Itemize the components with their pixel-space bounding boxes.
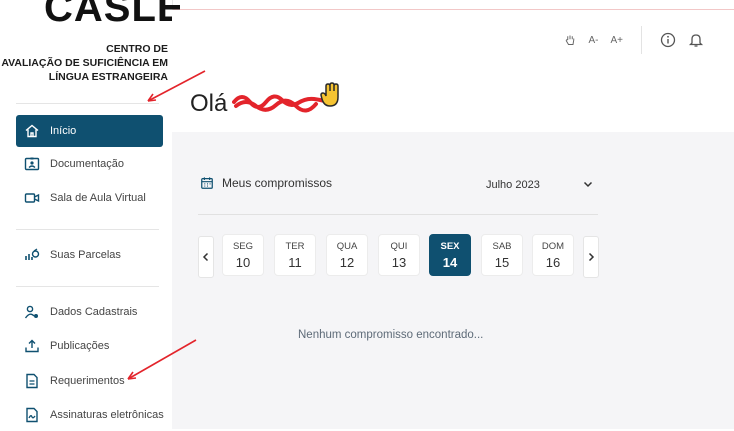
sidebar-item-documentacao[interactable]: Documentação <box>16 148 163 180</box>
next-week-button[interactable] <box>583 236 599 278</box>
day-number: 10 <box>235 255 251 270</box>
day-number: 16 <box>545 255 561 270</box>
chevron-left-icon <box>202 252 209 262</box>
sidebar-item-parcelas[interactable]: Suas Parcelas <box>16 239 163 271</box>
sidebar-divider <box>16 229 159 230</box>
day-weekday: TER <box>285 241 305 252</box>
redacted-name-scribble <box>232 94 330 113</box>
sidebar-item-label: Dados Cadastrais <box>50 306 138 318</box>
sidebar-item-dados-cadastrais[interactable]: Dados Cadastrais <box>16 296 163 328</box>
day-card[interactable]: SAB 15 <box>481 234 523 276</box>
top-header: A- A+ Olá <box>172 10 734 132</box>
day-weekday: SEX <box>440 241 460 252</box>
sidebar-item-requerimentos[interactable]: Requerimentos <box>16 365 163 397</box>
month-selector[interactable]: Julho 2023 <box>486 179 540 191</box>
appointments-title: Meus compromissos <box>222 176 333 190</box>
greeting: Olá <box>190 90 227 118</box>
sidebar-item-label: Publicações <box>50 340 110 352</box>
day-weekday: SAB <box>492 241 512 252</box>
chevron-right-icon <box>588 252 595 262</box>
sidebar-item-label: Documentação <box>50 158 124 170</box>
day-number: 13 <box>391 255 407 270</box>
sidebar-item-inicio[interactable]: Início <box>16 115 163 147</box>
user-gear-icon <box>24 305 38 319</box>
calendar-icon <box>201 177 213 189</box>
money-icon <box>25 248 40 260</box>
logo-wordmark: CASLE <box>44 0 185 30</box>
day-card-selected[interactable]: SEX 14 <box>429 234 471 276</box>
sidebar-item-label: Início <box>50 125 77 137</box>
logo-line: LÍNGUA ESTRANGEIRA <box>48 71 168 83</box>
day-card[interactable]: QUI 13 <box>378 234 420 276</box>
greeting-text: Olá <box>190 90 228 117</box>
appointments-header: Meus compromissos <box>200 176 332 190</box>
bell-icon[interactable] <box>688 32 704 48</box>
upload-icon <box>25 339 39 353</box>
document-icon <box>26 373 38 389</box>
day-weekday: QUA <box>336 241 358 252</box>
day-weekday: SEG <box>232 241 254 252</box>
sidebar-item-label: Suas Parcelas <box>50 249 121 261</box>
section-divider <box>198 214 598 215</box>
sidebar-item-publicacoes[interactable]: Publicações <box>16 330 163 362</box>
header-divider <box>641 26 642 54</box>
sidebar-divider <box>16 286 159 287</box>
signature-icon <box>26 407 38 423</box>
logo-line: CENTRO DE <box>106 43 168 55</box>
sidebar-item-label: Requerimentos <box>50 375 125 387</box>
font-increase-button[interactable]: A+ <box>610 35 623 46</box>
logo-line: AVALIAÇÃO DE SUFICIÊNCIA EM <box>1 57 168 69</box>
day-card[interactable]: QUA 12 <box>326 234 368 276</box>
sidebar: CASLE CENTRO DE AVALIAÇÃO DE SUFICIÊNCIA… <box>0 0 184 431</box>
header-controls: A- A+ <box>558 26 734 54</box>
day-weekday: QUI <box>390 241 408 252</box>
hand-icon[interactable] <box>564 34 576 46</box>
home-icon <box>25 124 39 138</box>
day-card[interactable]: DOM 16 <box>532 234 574 276</box>
prev-week-button[interactable] <box>198 236 214 278</box>
day-number: 14 <box>442 255 458 270</box>
info-icon[interactable] <box>660 32 676 48</box>
logo-subtitle: CENTRO DE AVALIAÇÃO DE SUFICIÊNCIA EM LÍ… <box>1 42 168 84</box>
video-icon <box>24 193 40 203</box>
sidebar-item-assinaturas[interactable]: Assinaturas eletrônicas <box>16 399 164 431</box>
day-card[interactable]: SEG 10 <box>222 234 264 276</box>
day-number: 12 <box>339 255 355 270</box>
day-card[interactable]: TER 11 <box>274 234 316 276</box>
main-content: Meus compromissos Julho 2023 SEG 10 TER … <box>172 132 734 429</box>
sidebar-item-label: Sala de Aula Virtual <box>50 192 146 204</box>
day-weekday: DOM <box>541 241 565 252</box>
sidebar-item-sala-virtual[interactable]: Sala de Aula Virtual <box>16 182 163 214</box>
sidebar-item-label: Assinaturas eletrônicas <box>50 409 164 421</box>
day-number: 11 <box>288 255 302 270</box>
sidebar-divider <box>16 103 159 104</box>
waving-hand-icon <box>320 82 339 107</box>
chevron-down-icon[interactable] <box>582 178 594 190</box>
day-number: 15 <box>494 255 510 270</box>
id-card-icon <box>24 157 40 171</box>
empty-appointments-message: Nenhum compromisso encontrado... <box>298 329 484 341</box>
font-decrease-button[interactable]: A- <box>588 35 598 46</box>
